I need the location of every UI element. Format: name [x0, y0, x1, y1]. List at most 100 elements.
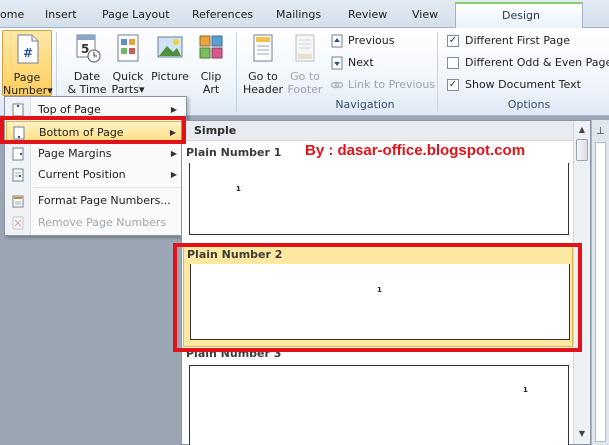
- menu-item-bottom-of-page[interactable]: Bottom of Page ▶: [6, 121, 185, 142]
- clip-art-label-1: Clip: [200, 70, 222, 83]
- menu-item-page-margins[interactable]: Page Margins ▶: [6, 143, 185, 164]
- scroll-down-icon[interactable]: ▼: [575, 427, 589, 441]
- tab-mailings[interactable]: Mailings: [276, 6, 321, 24]
- quick-parts-caret: ▾: [138, 83, 145, 96]
- show-document-text-label: Show Document Text: [465, 78, 581, 91]
- link-to-previous-label: Link to Previous: [348, 78, 436, 91]
- menu-item-top-of-page[interactable]: Top of Page ▶: [6, 99, 185, 120]
- quick-parts-button[interactable]: Quick Parts▾: [108, 32, 148, 96]
- page-number-preview: 1: [377, 286, 382, 294]
- bottom-of-page-gallery: Simple Plain Number 1 1 Plain Number 2 1…: [181, 120, 591, 445]
- previous-button[interactable]: Previous: [328, 32, 395, 50]
- tab-design[interactable]: Design: [455, 2, 583, 29]
- clip-art-label-2: Art: [202, 83, 220, 96]
- page-number-icon: #: [17, 34, 39, 64]
- tab-view[interactable]: View: [412, 6, 438, 24]
- goto-footer-label-1: Go to: [290, 70, 320, 83]
- current-position-icon: [12, 168, 24, 182]
- remove-page-numbers-icon: [12, 216, 24, 230]
- calendar-clock-icon: 5: [76, 34, 101, 63]
- link-icon: [330, 81, 344, 89]
- next-label: Next: [348, 56, 374, 69]
- gallery-item-title: Plain Number 2: [187, 248, 283, 261]
- gallery-item-plain-number-3[interactable]: 1: [189, 365, 569, 445]
- date-time-label-2: & Time: [67, 83, 107, 96]
- navigation-group-label: Navigation: [335, 98, 395, 111]
- quick-parts-icon: [117, 34, 139, 62]
- menu-item-label: Top of Page: [38, 103, 101, 116]
- menu-item-remove-page-numbers[interactable]: Remove Page Numbers: [6, 212, 185, 233]
- next-button[interactable]: Next: [328, 54, 374, 72]
- top-of-page-icon: [12, 103, 24, 117]
- picture-icon: [157, 36, 183, 58]
- different-first-page-label: Different First Page: [465, 34, 570, 47]
- quick-parts-label-1: Quick: [112, 70, 144, 83]
- scroll-thumb[interactable]: [576, 139, 588, 161]
- checkbox-unchecked: [447, 57, 459, 69]
- watermark-text: By : dasar-office.blogspot.com: [305, 142, 526, 159]
- goto-header-icon: [253, 34, 273, 62]
- next-section-icon: [331, 56, 343, 70]
- submenu-arrow-icon: ▶: [170, 105, 177, 114]
- ruler-strip: [595, 142, 606, 442]
- gallery-category-header: Simple: [182, 121, 574, 141]
- checkbox-checked: ✓: [447, 79, 459, 91]
- goto-header-label-1: Go to: [248, 70, 278, 83]
- goto-footer-label-2: Footer: [287, 83, 323, 96]
- page-number-preview: 1: [523, 386, 528, 394]
- gallery-item-title: Plain Number 3: [186, 347, 282, 360]
- gallery-page-preview: 1: [190, 264, 570, 340]
- gallery-item-plain-number-1[interactable]: 1: [189, 163, 569, 235]
- clip-art-button[interactable]: Clip Art: [194, 32, 228, 96]
- gallery-scrollbar[interactable]: ▲ ▼: [573, 121, 590, 444]
- menu-item-label: Remove Page Numbers: [38, 216, 167, 229]
- previous-label: Previous: [348, 34, 395, 47]
- scroll-up-icon[interactable]: ▲: [575, 123, 589, 137]
- tab-stop-icon[interactable]: ⊥: [596, 126, 605, 137]
- checkbox-checked: ✓: [447, 35, 459, 47]
- menu-item-current-position[interactable]: Current Position ▶: [6, 164, 185, 185]
- tab-insert[interactable]: Insert: [45, 6, 77, 24]
- menu-item-label: Current Position: [38, 168, 126, 181]
- ribbon-tab-strip: ome Insert Page Layout References Mailin…: [0, 0, 609, 29]
- page-number-preview: 1: [236, 185, 241, 193]
- link-to-previous-button[interactable]: Link to Previous: [328, 76, 435, 94]
- goto-footer-button[interactable]: Go to Footer: [284, 32, 326, 96]
- svg-text:#: #: [23, 46, 33, 60]
- picture-button[interactable]: Picture: [150, 32, 190, 83]
- different-odd-even-label: Different Odd & Even Pages: [465, 56, 609, 69]
- goto-header-label-2: Header: [242, 83, 284, 96]
- menu-item-label: Format Page Numbers...: [38, 194, 171, 207]
- tab-page-layout[interactable]: Page Layout: [102, 6, 170, 24]
- menu-separator: [33, 187, 183, 188]
- tab-home[interactable]: ome: [0, 6, 24, 24]
- page-margins-icon: [12, 147, 24, 161]
- page-number-button[interactable]: # Page Number▾: [2, 30, 53, 97]
- date-time-label-1: Date: [73, 70, 101, 83]
- different-first-page-checkbox[interactable]: ✓ Different First Page: [447, 32, 570, 50]
- date-time-button[interactable]: 5 Date & Time: [66, 32, 108, 96]
- format-page-numbers-icon: [12, 195, 24, 208]
- show-document-text-checkbox[interactable]: ✓ Show Document Text: [447, 76, 581, 94]
- group-separator: [236, 32, 237, 112]
- group-separator: [437, 32, 438, 112]
- picture-label: Picture: [151, 70, 189, 83]
- page-number-label-1: Page: [13, 71, 41, 84]
- menu-item-label: Bottom of Page: [39, 126, 124, 139]
- clip-art-icon: [199, 35, 223, 59]
- gallery-item-plain-number-2[interactable]: Plain Number 2 1: [183, 243, 573, 347]
- menu-item-format-page-numbers[interactable]: Format Page Numbers...: [6, 190, 185, 211]
- submenu-arrow-icon: ▶: [170, 149, 177, 158]
- goto-footer-icon: [295, 34, 315, 62]
- vertical-ruler: ⊥: [591, 120, 609, 445]
- goto-header-button[interactable]: Go to Header: [240, 32, 286, 96]
- tab-review[interactable]: Review: [348, 6, 387, 24]
- submenu-arrow-icon: ▶: [169, 128, 176, 137]
- different-odd-even-checkbox[interactable]: Different Odd & Even Pages: [447, 54, 609, 72]
- quick-parts-label-2: Parts▾: [111, 83, 145, 96]
- gallery-item-title: Plain Number 1: [186, 146, 282, 159]
- submenu-arrow-icon: ▶: [170, 170, 177, 179]
- previous-section-icon: [331, 34, 343, 48]
- tab-references[interactable]: References: [192, 6, 253, 24]
- page-number-menu: Top of Page ▶ Bottom of Page ▶ Page Marg…: [4, 96, 187, 236]
